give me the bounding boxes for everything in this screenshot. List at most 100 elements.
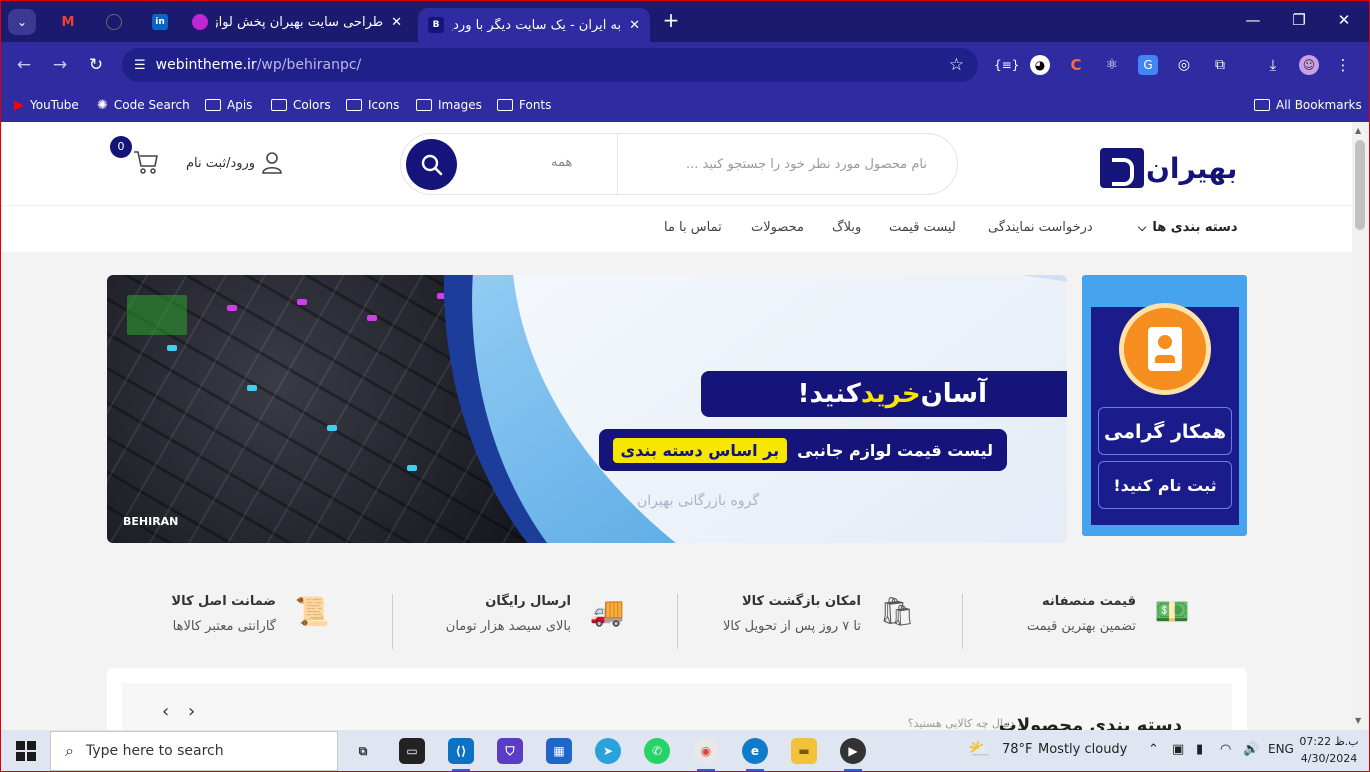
- tab-behiran-design[interactable]: طراحی سایت بهیران پخش لوازم جا ✕: [182, 6, 412, 38]
- taskbar-search[interactable]: ⌕ Type here to search: [50, 731, 338, 771]
- tab-behiran-active[interactable]: B به ایران - یک سایت دیگر با وردپرس ✕: [418, 8, 650, 42]
- file-explorer-icon[interactable]: ▬: [791, 738, 817, 764]
- chevron-right-icon[interactable]: ›: [188, 701, 195, 722]
- youtube-icon: ▶: [14, 97, 24, 113]
- bookmark-colors[interactable]: Colors: [271, 95, 331, 115]
- tab-search-button[interactable]: ⌄: [8, 9, 36, 35]
- page-scrollbar[interactable]: ▲ ▼: [1352, 122, 1368, 730]
- weather-cloud-icon[interactable]: ⛅: [968, 739, 990, 760]
- hero-small-logo: BEHIRAN: [123, 515, 179, 528]
- bookmark-star-icon[interactable]: ☆: [949, 55, 964, 75]
- back-arrow-icon[interactable]: ←: [13, 54, 35, 76]
- login-register-link[interactable]: ورود/ثبت نام: [186, 151, 283, 175]
- search-divider: [617, 134, 618, 196]
- maximize-icon[interactable]: ❐: [1289, 11, 1309, 29]
- nav-products[interactable]: محصولات: [751, 220, 804, 235]
- bookmark-youtube[interactable]: ▶ YouTube: [14, 95, 79, 115]
- hero-watermark: گروه بازرگانی بهیران: [637, 493, 760, 509]
- search-button[interactable]: [406, 139, 457, 190]
- address-bar[interactable]: ☰ webintheme.ir/wp/behiranpc/ ☆: [122, 48, 978, 82]
- chevron-left-icon[interactable]: ‹: [162, 701, 169, 722]
- download-icon[interactable]: ⤓: [1263, 55, 1283, 75]
- nav-price-list[interactable]: لیست قیمت: [889, 220, 956, 235]
- feature-divider: [392, 594, 393, 649]
- extension-c-icon[interactable]: C: [1066, 55, 1086, 75]
- profile-avatar-icon[interactable]: ☺: [1299, 55, 1319, 75]
- url-text[interactable]: webintheme.ir/wp/behiranpc/: [156, 57, 362, 73]
- bookmark-images[interactable]: Images: [416, 95, 482, 115]
- language-indicator[interactable]: ENG: [1268, 742, 1294, 756]
- product-categories-section: ‹ › به دنبال چه کالایی هستید؟ دسته بندی …: [107, 668, 1247, 730]
- partner-register-button[interactable]: ثبت نام کنید!: [1098, 461, 1232, 509]
- close-icon[interactable]: ✕: [391, 15, 402, 30]
- weather-temp[interactable]: 78°F: [1002, 742, 1033, 757]
- translate-icon[interactable]: G: [1138, 55, 1158, 75]
- media-player-icon[interactable]: ▶: [840, 738, 866, 771]
- tab-linkedin[interactable]: in: [142, 6, 172, 38]
- scroll-down-icon[interactable]: ▼: [1355, 716, 1361, 725]
- nav-blog[interactable]: وبلاگ: [832, 220, 861, 235]
- search-input[interactable]: [617, 148, 927, 180]
- tab-github[interactable]: [96, 6, 126, 38]
- behiran-favicon-icon: B: [428, 17, 444, 33]
- taskbar-clock[interactable]: 07:22 ب.ظ 4/30/2024: [1298, 733, 1360, 767]
- bookmark-fonts[interactable]: Fonts: [497, 95, 551, 115]
- headline-part: کنید!: [797, 379, 861, 409]
- weather-text[interactable]: Mostly cloudy: [1038, 742, 1127, 757]
- speaker-icon[interactable]: 🔊: [1243, 742, 1259, 757]
- terminal-icon[interactable]: ▭: [399, 738, 425, 764]
- bookmark-icons[interactable]: Icons: [346, 95, 399, 115]
- store-icon[interactable]: ▦: [546, 738, 572, 764]
- minimize-icon[interactable]: —: [1243, 11, 1263, 29]
- telegram-icon[interactable]: ➤: [595, 738, 621, 764]
- tab-strip: ⌄ M in طراحی سایت بهیران پخش لوازم جا ✕ …: [0, 0, 1370, 42]
- scrollbar-thumb[interactable]: [1355, 140, 1365, 230]
- hero-subtitle-tag: بر اساس دسته بندی: [612, 437, 788, 463]
- tray-app-icon[interactable]: ▣: [1172, 742, 1184, 757]
- vscode-icon[interactable]: ⟨⟩: [448, 738, 474, 771]
- menu-kebab-icon[interactable]: ⋮: [1333, 55, 1353, 75]
- reload-icon[interactable]: ↻: [85, 54, 107, 76]
- forward-arrow-icon[interactable]: →: [49, 54, 71, 76]
- battery-icon[interactable]: ▮: [1196, 742, 1203, 757]
- extension-target-icon[interactable]: ◎: [1174, 55, 1194, 75]
- key-glow: [227, 305, 237, 311]
- extension-json-icon[interactable]: {≡}: [994, 55, 1019, 75]
- wifi-icon[interactable]: ◠: [1220, 742, 1231, 757]
- nav-categories[interactable]: دسته بندی ها ⌵: [1138, 220, 1238, 235]
- site-logo[interactable]: بهیران: [1100, 146, 1246, 190]
- certificate-icon: 📜: [294, 595, 330, 628]
- tab-title: طراحی سایت بهیران پخش لوازم جا: [216, 14, 384, 30]
- return-bag-icon: 🛍: [879, 595, 915, 628]
- cart-button[interactable]: [132, 148, 160, 176]
- close-window-icon[interactable]: ✕: [1334, 11, 1354, 29]
- extension-face-icon[interactable]: ◕: [1030, 55, 1050, 75]
- search-category-select[interactable]: همه: [551, 155, 572, 170]
- feature-title: قیمت منصفانه: [1042, 594, 1136, 609]
- new-tab-button[interactable]: +: [660, 10, 682, 32]
- bookmark-apis[interactable]: Apis: [205, 95, 252, 115]
- chevron-up-icon[interactable]: ⌃: [1148, 742, 1159, 757]
- partner-title: همکار گرامی: [1098, 407, 1232, 455]
- extension-react-icon[interactable]: ⚛: [1102, 55, 1122, 75]
- windows-start-icon[interactable]: [16, 741, 36, 761]
- bookmark-code-search[interactable]: ✺ Code Search: [97, 95, 190, 115]
- truck-icon: 🚚: [589, 595, 625, 628]
- partner-banner[interactable]: همکار گرامی ثبت نام کنید!: [1082, 275, 1247, 536]
- extensions-puzzle-icon[interactable]: ⧉: [1210, 55, 1230, 75]
- chrome-icon[interactable]: ◉: [693, 738, 719, 771]
- main-navigation: دسته بندی ها ⌵ درخواست نمایندگی لیست قیم…: [2, 206, 1352, 252]
- shield-icon[interactable]: ⛉: [497, 738, 523, 764]
- site-info-icon[interactable]: ☰: [134, 58, 146, 73]
- whatsapp-icon[interactable]: ✆: [644, 738, 670, 764]
- tab-gmail[interactable]: M: [50, 6, 80, 38]
- scroll-up-icon[interactable]: ▲: [1355, 126, 1361, 135]
- edge-icon[interactable]: e: [742, 738, 768, 771]
- hero-banner[interactable]: آسان خرید کنید! لیست قیمت لوازم جانبی بر ا…: [107, 275, 1067, 543]
- close-icon[interactable]: ✕: [629, 18, 640, 33]
- nav-contact[interactable]: تماس با ما: [664, 220, 722, 235]
- browser-toolbar: ← → ↻ ☰ webintheme.ir/wp/behiranpc/ ☆ {≡…: [0, 42, 1370, 88]
- task-view-icon[interactable]: ⧉: [350, 738, 376, 764]
- nav-agency-request[interactable]: درخواست نمایندگی: [988, 220, 1093, 235]
- all-bookmarks[interactable]: All Bookmarks: [1254, 95, 1362, 115]
